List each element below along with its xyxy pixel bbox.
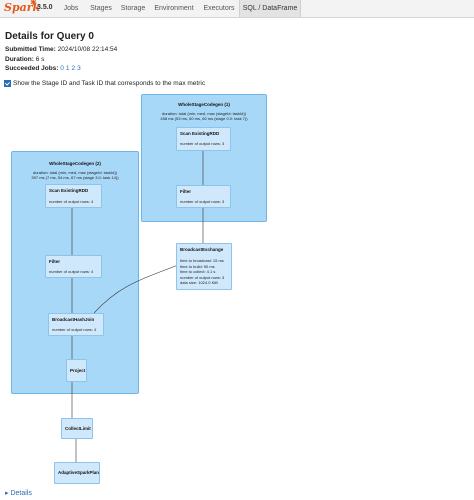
node-title: BroadcastExchange [180, 247, 224, 252]
details-toggle-link[interactable]: ▸ Details [5, 489, 32, 497]
details-link-label: Details [10, 490, 32, 497]
node-title: BroadcastHashJoin [52, 317, 95, 322]
node-metric: number of output rows: 4 [52, 327, 97, 332]
node-scan-existing-rdd-2[interactable]: Scan ExistingRDD number of output rows: … [45, 184, 102, 208]
node-filter-1[interactable]: Filter number of output rows: 3 [176, 185, 231, 208]
node-broadcast-exchange[interactable]: BroadcastExchange time to broadcast: 15 … [176, 243, 232, 290]
node-title: Filter [49, 259, 61, 264]
node-metric: number of output rows: 3 [180, 199, 225, 204]
node-title: Scan ExistingRDD [49, 188, 89, 193]
node-metric: number of output rows: 4 [49, 199, 94, 204]
node-broadcast-hash-join[interactable]: BroadcastHashJoin number of output rows:… [48, 313, 104, 336]
node-title: Filter [180, 189, 192, 194]
node-project[interactable]: Project [66, 359, 87, 382]
node-metric: number of output rows: 3 [180, 141, 225, 146]
node-collect-limit[interactable]: CollectLimit [61, 418, 93, 439]
edge-exchange-bhj [93, 264, 179, 314]
node-scan-existing-rdd-1[interactable]: Scan ExistingRDD number of output rows: … [176, 127, 231, 151]
node-filter-2[interactable]: Filter number of output rows: 4 [45, 255, 102, 278]
node-title: CollectLimit [65, 426, 91, 431]
node-metric: number of output rows: 4 [49, 269, 94, 274]
node-title: AdaptiveSparkPlan [58, 470, 100, 475]
node-adaptive-spark-plan[interactable]: AdaptiveSparkPlan [54, 462, 100, 484]
node-title: Project [70, 368, 86, 373]
node-metric: data size: 1024.0 KiB [180, 280, 218, 285]
node-title: Scan ExistingRDD [180, 131, 220, 136]
triangle-right-icon: ▸ [5, 490, 9, 497]
